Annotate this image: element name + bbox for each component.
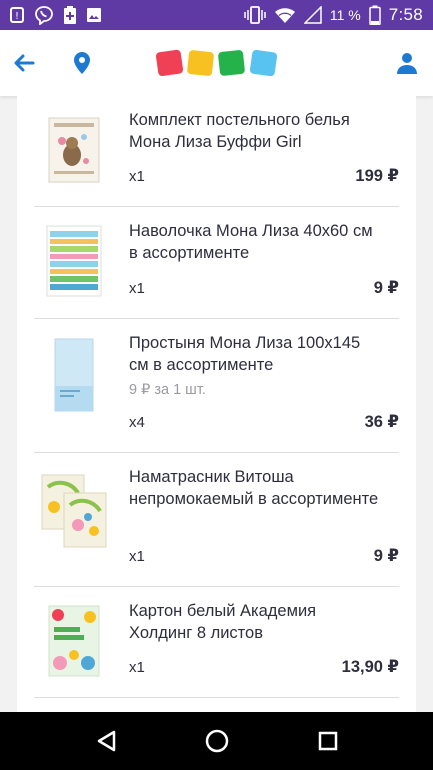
nav-back-button[interactable]	[86, 721, 126, 761]
clock: 7:58	[388, 5, 423, 24]
item-title: Наволочка Мона Лиза 40х60 см в ассортиме…	[129, 222, 373, 262]
list-item[interactable]: Картон белый Академия Холдинг 8 листов х…	[34, 587, 399, 698]
item-quantity: х1	[129, 280, 145, 297]
gallery-icon	[86, 7, 102, 23]
circle-home-icon	[205, 729, 228, 753]
item-price: 199 ₽	[355, 167, 399, 185]
item-quantity: х1	[129, 659, 145, 676]
pillowcase-thumbnail	[44, 225, 104, 297]
notification-icon: !	[9, 7, 25, 23]
user-icon	[397, 53, 417, 74]
cardboard-thumbnail	[44, 605, 104, 677]
wifi-icon	[274, 6, 296, 24]
bedsheet-thumbnail	[44, 338, 104, 412]
list-item[interactable]: Комплект постельного белья Мона Лиза Буф…	[34, 96, 399, 207]
list-item[interactable]: Наволочка Мона Лиза 40х60 см в ассортиме…	[34, 207, 399, 319]
vibrate-icon	[244, 6, 266, 24]
item-price: 9 ₽	[373, 547, 399, 565]
item-title: Простыня Мона Лиза 100х145 см в ассортим…	[129, 334, 361, 374]
nav-home-button[interactable]	[197, 721, 237, 761]
system-navigation-bar	[0, 712, 433, 770]
svg-text:!: !	[15, 11, 19, 22]
item-quantity: х4	[129, 414, 145, 431]
bedding-set-thumbnail	[44, 114, 104, 186]
battery-percent: 11 %	[329, 7, 361, 23]
item-quantity: х1	[129, 168, 145, 185]
viber-icon	[34, 5, 54, 25]
location-pin-icon	[74, 52, 90, 74]
order-items-list: Комплект постельного белья Мона Лиза Буф…	[17, 96, 416, 712]
arrow-left-icon	[14, 54, 35, 72]
mattress-pad-thumbnail	[40, 474, 110, 548]
item-title: Комплект постельного белья Мона Лиза Буф…	[129, 111, 350, 151]
item-title: Картон белый Академия Холдинг 8 листов	[129, 602, 317, 642]
location-button[interactable]	[67, 48, 97, 78]
app-logo[interactable]	[155, 48, 280, 78]
square-recents-icon	[318, 731, 337, 751]
item-title: Наматрасник Витоша непромокаемый в ассор…	[129, 468, 379, 508]
item-price: 36 ₽	[364, 413, 399, 431]
item-price: 9 ₽	[373, 279, 399, 297]
list-item[interactable]: Наматрасник Витоша непромокаемый в ассор…	[34, 453, 399, 587]
triangle-back-icon	[97, 730, 115, 752]
list-item[interactable]: Простыня Мона Лиза 100х145 см в ассортим…	[34, 319, 399, 453]
signal-icon	[303, 6, 322, 24]
item-price: 13,90 ₽	[341, 658, 399, 676]
app-header	[0, 30, 433, 96]
back-button[interactable]	[9, 48, 39, 78]
battery-icon	[368, 5, 381, 25]
nav-recents-button[interactable]	[308, 721, 348, 761]
item-unit-price: 9 ₽ за 1 шт.	[129, 382, 206, 398]
item-quantity: х1	[129, 548, 145, 565]
battery-saver-icon	[63, 5, 77, 25]
status-bar: ! 11 % 7:58	[0, 0, 433, 30]
profile-button[interactable]	[392, 48, 422, 78]
